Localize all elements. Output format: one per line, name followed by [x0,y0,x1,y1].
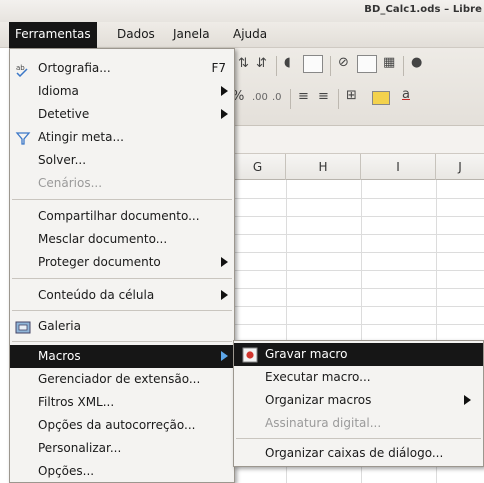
submenu-item-record-macro[interactable]: Gravar macro [234,343,483,366]
menu-separator [12,341,232,342]
toolbar-separator [403,56,404,76]
borders-icon[interactable]: ⊞ [346,88,357,103]
chart-icon[interactable] [303,55,323,73]
frame-icon[interactable] [357,55,377,73]
menu-item-share-document[interactable]: Compartilhar documento... [10,205,234,228]
shortcut-f7: F7 [211,61,226,75]
sort-ascending-icon[interactable]: ⇅ [238,56,249,71]
menu-item-customize[interactable]: Personalizar... [10,437,234,460]
chevron-right-icon [221,257,228,267]
menu-item-scenarios[interactable]: Cenários... [10,172,234,195]
grid-row-line [230,270,484,271]
grid-row-line [230,306,484,307]
menu-item-merge-document[interactable]: Mesclar documento... [10,228,234,251]
background-color-icon[interactable] [372,91,390,105]
submenu-item-run-macro[interactable]: Executar macro... [234,366,483,389]
chevron-right-icon [221,109,228,119]
toolbar-separator [330,56,331,76]
menu-item-protect-document[interactable]: Proteger documento [10,251,234,274]
menu-item-language[interactable]: Idioma [10,80,234,103]
column-headers: G H I J [230,154,484,180]
chevron-right-icon [221,290,228,300]
toolbar: ⇅ ⇵ ◖ ⊘ ▦ ● % .00 .0 ≡ ≡ ⊞ a [230,48,484,126]
navigator-icon[interactable]: ⊘ [338,55,349,70]
menu-item-extension-manager[interactable]: Gerenciador de extensão... [10,368,234,391]
menu-ferramentas[interactable]: Ferramentas [9,22,97,48]
add-decimal-icon[interactable]: .00 [252,92,268,103]
submenu-item-digital-signature[interactable]: Assinatura digital... [234,412,483,435]
spelling-icon: ab [15,61,31,78]
menu-dados[interactable]: Dados [117,27,155,41]
help-icon[interactable]: ● [411,55,422,70]
menu-separator [12,310,232,311]
autofilter-icon[interactable]: ◖ [284,55,291,70]
toolbar-separator [290,89,291,109]
grid-row-line [230,198,484,199]
goal-seek-icon [15,130,31,146]
decrease-indent-icon[interactable]: ≡ [298,89,309,104]
tools-menu: ab Ortografia... F7 Idioma Detetive Atin… [9,48,235,483]
font-color-icon[interactable]: a [402,87,410,102]
column-header-g[interactable]: G [230,154,286,180]
column-header-j[interactable]: J [436,154,484,180]
macros-submenu: Gravar macro Executar macro... Organizar… [233,340,484,467]
menu-item-goal-seek[interactable]: Atingir meta... [10,126,234,149]
menu-item-detective[interactable]: Detetive [10,103,234,126]
menu-item-solver[interactable]: Solver... [10,149,234,172]
menu-ajuda[interactable]: Ajuda [233,27,267,41]
column-header-h[interactable]: H [286,154,361,180]
remove-decimal-icon[interactable]: .0 [272,92,282,103]
grid-row-line [230,234,484,235]
menu-bar: Ferramentas Dados Janela Ajuda [0,22,484,48]
gallery-icon [15,319,31,335]
toolbar-separator [338,89,339,109]
grid-row-line [230,288,484,289]
menu-item-xml-filters[interactable]: Filtros XML... [10,391,234,414]
menu-separator [12,199,232,200]
title-bar: BD_Calc1.ods – Libre [0,0,484,22]
grid-row-line [230,252,484,253]
svg-text:ab: ab [16,64,25,72]
grid-icon[interactable]: ▦ [383,55,395,70]
submenu-item-organize-dialogs[interactable]: Organizar caixas de diálogo... [234,442,483,465]
menu-item-gallery[interactable]: Galeria [10,315,234,338]
grid-row-line [230,324,484,325]
sort-descending-icon[interactable]: ⇵ [256,56,267,71]
menu-janela[interactable]: Janela [173,27,210,41]
column-header-i[interactable]: I [361,154,436,180]
grid-row-line [230,216,484,217]
record-macro-icon [242,347,258,363]
submenu-item-organize-macros[interactable]: Organizar macros [234,389,483,412]
chevron-right-icon [464,395,471,405]
menu-item-autocorrect-options[interactable]: Opções da autocorreção... [10,414,234,437]
formula-bar [230,126,484,154]
chevron-right-icon [221,351,228,361]
menu-item-options[interactable]: Opções... [10,460,234,483]
window-title: BD_Calc1.ods – Libre [364,4,482,15]
menu-item-cell-contents[interactable]: Conteúdo da célula [10,284,234,307]
menu-item-macros[interactable]: Macros [10,345,234,368]
menu-item-spelling[interactable]: ab Ortografia... F7 [10,57,234,80]
menu-separator [236,438,481,439]
increase-indent-icon[interactable]: ≡ [318,89,329,104]
menu-separator [12,278,232,279]
toolbar-separator [276,56,277,76]
chevron-right-icon [221,86,228,96]
